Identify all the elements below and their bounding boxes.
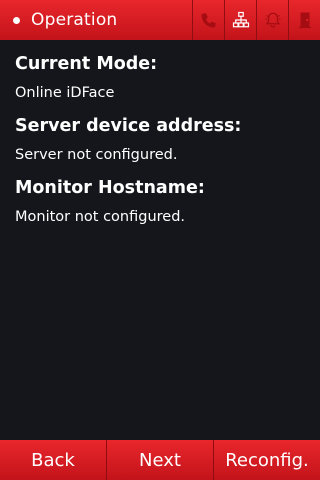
- screen: Operation Current Mode: Online iDFace Se…: [0, 0, 320, 480]
- network-icon[interactable]: [224, 0, 256, 40]
- monitor-section: Monitor Hostname: Monitor not configured…: [15, 177, 310, 227]
- server-value: Server not configured.: [15, 147, 178, 163]
- alarm-bell-icon[interactable]: [256, 0, 288, 40]
- mode-value: Online iDFace: [15, 85, 115, 101]
- door-icon[interactable]: [288, 0, 320, 40]
- back-button[interactable]: Back: [0, 440, 106, 480]
- server-heading: Server device address:: [15, 116, 242, 136]
- info-panel: Current Mode: Online iDFace Server devic…: [15, 53, 310, 239]
- top-bar: Operation: [0, 0, 320, 40]
- next-button[interactable]: Next: [106, 440, 213, 480]
- monitor-value: Monitor not configured.: [15, 209, 186, 225]
- phone-icon[interactable]: [192, 0, 224, 40]
- bottom-bar: Back Next Reconfig.: [0, 440, 320, 480]
- server-section: Server device address: Server not config…: [15, 115, 310, 165]
- title-area: Operation: [0, 0, 192, 40]
- mode-heading: Current Mode:: [15, 54, 158, 74]
- page-title: Operation: [31, 10, 118, 30]
- reconfig-button[interactable]: Reconfig.: [213, 440, 320, 480]
- mode-section: Current Mode: Online iDFace: [15, 53, 310, 103]
- monitor-heading: Monitor Hostname:: [15, 178, 205, 198]
- bullet-icon: [13, 16, 20, 24]
